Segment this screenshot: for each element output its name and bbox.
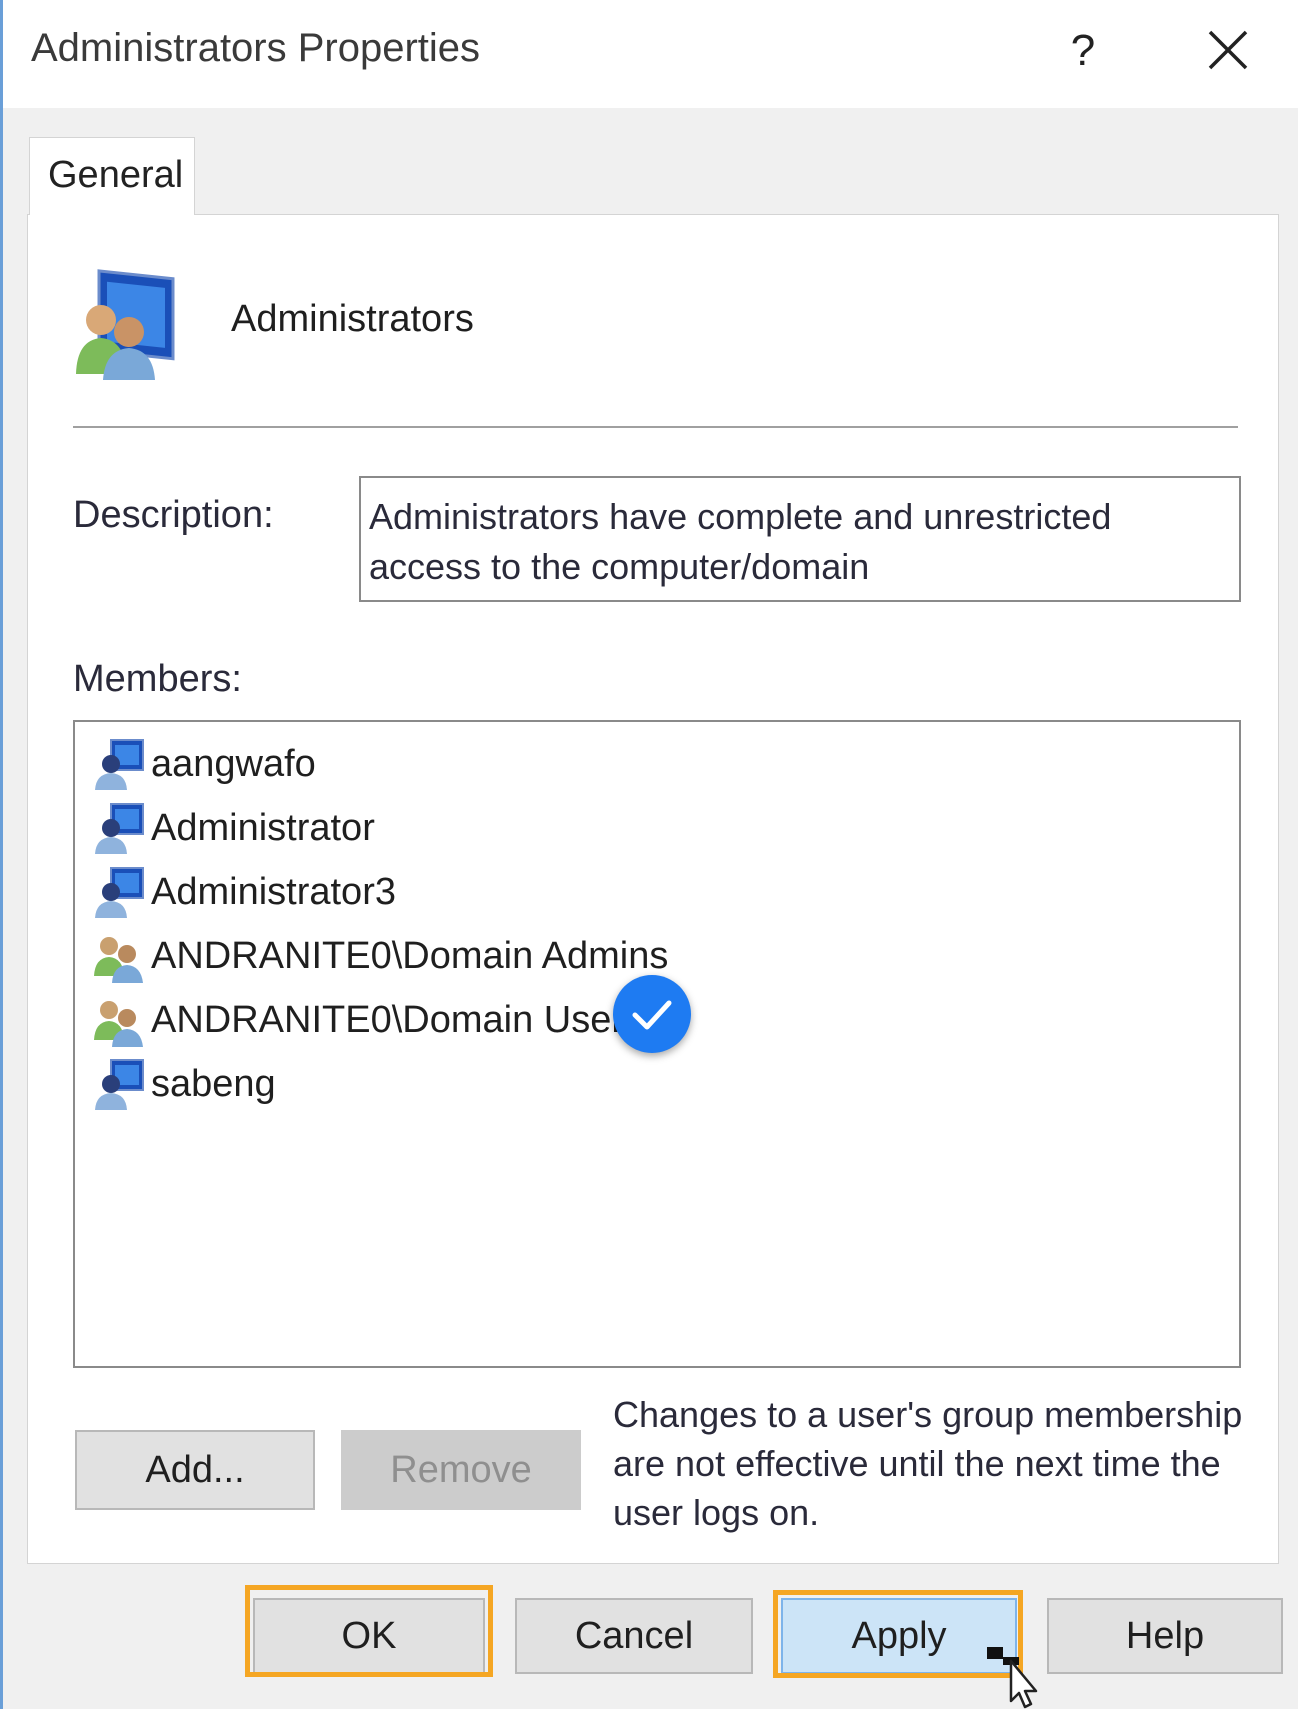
help-title-button[interactable]: ? [1043,16,1123,86]
list-item[interactable]: aangwafo [93,734,316,794]
member-name: Administrator3 [151,870,396,913]
description-label: Description: [73,494,274,536]
list-item[interactable]: Administrator3 [93,862,396,922]
close-icon [1208,30,1248,70]
dialog-title: Administrators Properties [31,26,481,70]
group-name: Administrators [231,298,474,340]
title-bar: Administrators Properties ? [3,0,1298,108]
ok-button[interactable]: OK [253,1598,485,1674]
checkmark-icon [613,975,691,1053]
tab-general[interactable]: General [29,137,195,215]
tab-general-label: General [48,154,184,196]
group-icon [94,1001,143,1047]
user-icon [95,803,144,854]
add-button[interactable]: Add... [75,1430,315,1510]
apply-button[interactable]: Apply [781,1598,1017,1674]
members-label: Members: [73,658,242,700]
list-item[interactable]: ANDRANITE0\Domain Admins [93,926,668,986]
group-icon [94,937,143,983]
member-name: aangwafo [151,742,316,785]
mouse-cursor-icon [987,1647,1038,1709]
user-icon [95,739,144,790]
remove-button[interactable]: Remove [341,1430,581,1510]
membership-note: Changes to a user's group membership are… [613,1394,1243,1533]
user-icon [95,1059,144,1110]
properties-dialog: Administrators Properties ? General Admi… [0,0,1298,1709]
list-item[interactable]: sabeng [93,1054,276,1114]
cancel-button[interactable]: Cancel [515,1598,753,1674]
description-field[interactable]: Administrators have complete and unrestr… [359,476,1241,602]
member-name: sabeng [151,1062,276,1105]
separator [73,426,1238,428]
list-item[interactable]: Administrator [93,798,375,858]
member-name: Administrator [151,806,375,849]
user-group-icon [76,269,175,380]
help-button[interactable]: Help [1047,1598,1283,1674]
user-icon [95,867,144,918]
member-name: ANDRANITE0\Domain Admins [151,934,669,977]
close-button[interactable] [1188,16,1268,86]
list-item[interactable]: ANDRANITE0\Domain Users [93,990,643,1050]
member-name: ANDRANITE0\Domain Users [151,998,643,1041]
